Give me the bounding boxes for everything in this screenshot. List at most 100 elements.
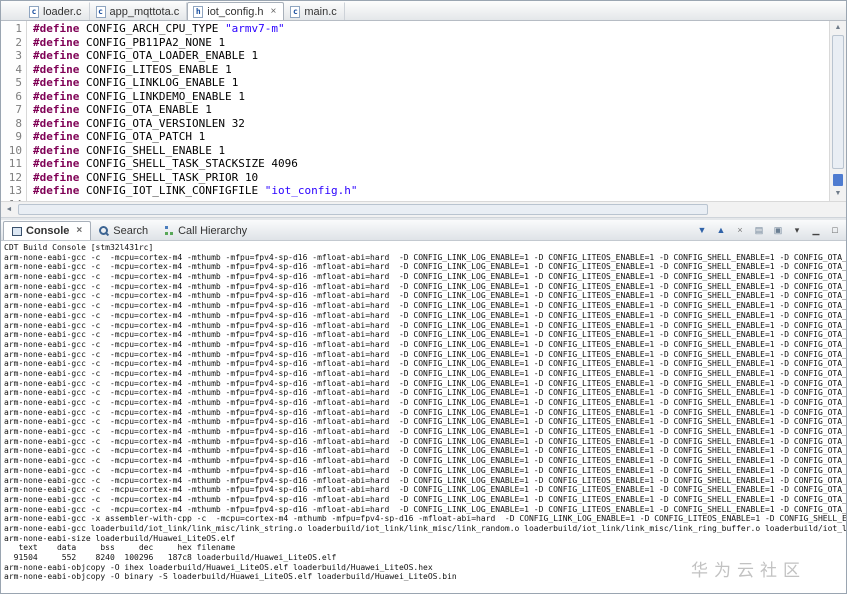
editor-tab-loader.c[interactable]: c loader.c	[23, 2, 90, 20]
editor-horizontal-scrollbar[interactable]: ◄	[1, 201, 846, 217]
console-line: arm-none-eabi-gcc -c -mcpu=cortex-m4 -mt…	[4, 368, 846, 378]
console-line: arm-none-eabi-gcc -c -mcpu=cortex-m4 -mt…	[4, 301, 846, 311]
line-number: 13	[8, 184, 22, 197]
preprocessor-keyword: #define	[33, 143, 80, 157]
preprocessor-keyword: #define	[33, 116, 80, 130]
scrollbar-up-arrow-icon[interactable]: ▲	[830, 21, 846, 35]
console-line: arm-none-eabi-gcc -c -mcpu=cortex-m4 -mt…	[4, 330, 846, 340]
maximize-view-icon[interactable]: □	[827, 223, 843, 238]
console-line: arm-none-eabi-gcc -c -mcpu=cortex-m4 -mt…	[4, 504, 846, 514]
line-number: 9	[15, 130, 22, 143]
editor-tab-label: main.c	[304, 5, 337, 18]
line-number: 2	[15, 35, 22, 49]
macro-value: 1	[251, 49, 259, 62]
console-tab-bar: Console × Search Call Hierarchy ▼ ▲ × ▤ ▣ ▾ ▁ □	[1, 220, 846, 241]
code-line[interactable]: #define CONFIG_PB11PA2_NONE 1	[33, 36, 829, 50]
console-line: arm-none-eabi-gcc -x assembler-with-cpp …	[4, 514, 846, 524]
close-tab-icon[interactable]: ×	[271, 6, 277, 17]
console-tab-label: Search	[113, 224, 149, 237]
preprocessor-keyword: #define	[33, 170, 80, 184]
editor-body: 1234567891011121314 #define CONFIG_ARCH_…	[1, 21, 846, 201]
scrollbar-left-arrow-icon[interactable]: ◄	[1, 202, 17, 217]
console-line: text data bss dec hex filename	[4, 543, 236, 553]
file-icon: c	[290, 5, 301, 18]
console-line: arm-none-eabi-gcc -c -mcpu=cortex-m4 -mt…	[4, 465, 846, 475]
preprocessor-keyword: #define	[33, 157, 80, 170]
preprocessor-keyword: #define	[33, 89, 80, 103]
line-number: 5	[15, 76, 22, 89]
horizontal-scrollbar-thumb[interactable]	[18, 204, 708, 215]
code-line[interactable]: #define CONFIG_OTA_LOADER_ENABLE 1	[33, 49, 829, 63]
clear-console-icon[interactable]: ×	[732, 223, 748, 238]
editor-tab-label: iot_config.h	[207, 5, 264, 18]
console-line: arm-none-eabi-gcc -c -mcpu=cortex-m4 -mt…	[4, 436, 846, 446]
console-line: arm-none-eabi-size loaderbuild/Huawei_Li…	[4, 533, 236, 543]
console-line: arm-none-eabi-gcc -c -mcpu=cortex-m4 -mt…	[4, 475, 846, 485]
preprocessor-keyword: #define	[33, 49, 80, 62]
editor-tab-iot_config.h[interactable]: h iot_config.h ×	[187, 2, 285, 20]
code-line[interactable]: #define CONFIG_SHELL_ENABLE 1	[33, 144, 829, 158]
console-tab-search[interactable]: Search	[91, 221, 156, 240]
console-line: arm-none-eabi-gcc -c -mcpu=cortex-m4 -mt…	[4, 339, 846, 349]
console-output[interactable]: CDT Build Console [stm32l431rc] arm-none-…	[1, 241, 846, 593]
line-number: 6	[15, 89, 22, 103]
console-line: arm-none-eabi-gcc -c -mcpu=cortex-m4 -mt…	[4, 281, 846, 291]
file-icon: h	[193, 5, 204, 18]
console-line: arm-none-eabi-gcc -c -mcpu=cortex-m4 -mt…	[4, 456, 846, 466]
macro-value: 1	[218, 143, 226, 157]
line-number: 3	[15, 49, 22, 62]
line-number: 4	[15, 62, 22, 76]
editor-vertical-scrollbar[interactable]: ▲ ▼	[829, 21, 846, 201]
scrollbar-down-arrow-icon[interactable]: ▼	[830, 187, 846, 201]
console-pane: Console × Search Call Hierarchy ▼ ▲ × ▤ ▣ ▾ ▁ □ CD…	[1, 220, 846, 593]
console-line: arm-none-eabi-gcc -c -mcpu=cortex-m4 -mt…	[4, 320, 846, 330]
console-line: arm-none-eabi-gcc -c -mcpu=cortex-m4 -mt…	[4, 310, 846, 320]
scroll-to-bottom-icon[interactable]: ▼	[694, 223, 710, 238]
close-tab-icon[interactable]: ×	[76, 226, 82, 236]
preprocessor-keyword: #define	[33, 130, 80, 143]
file-icon: c	[29, 5, 39, 18]
code-line[interactable]: #define CONFIG_LINKDEMO_ENABLE 1	[33, 90, 829, 104]
line-number: 11	[8, 157, 22, 170]
code-line[interactable]: #define CONFIG_LINKLOG_ENABLE 1	[33, 76, 829, 90]
console-tab-console[interactable]: Console ×	[3, 221, 92, 240]
vertical-scrollbar-thumb[interactable]	[832, 35, 844, 169]
code-line[interactable]: #define CONFIG_ARCH_CPU_TYPE "armv7-m"	[33, 22, 829, 36]
preprocessor-keyword: #define	[33, 76, 80, 89]
ide-window: c loader.c c app_mqttota.c h iot_config.h × c ma…	[0, 0, 847, 594]
code-line[interactable]: #define CONFIG_OTA_ENABLE 1	[33, 103, 829, 117]
line-number: 12	[8, 170, 22, 184]
code-line[interactable]: #define CONFIG_LITEOS_ENABLE 1	[33, 63, 829, 77]
pin-console-icon[interactable]: ▣	[770, 223, 786, 238]
macro-value: 32	[231, 116, 245, 130]
preprocessor-keyword: #define	[33, 62, 80, 76]
code-line[interactable]: #define CONFIG_SHELL_TASK_STACKSIZE 4096	[33, 157, 829, 171]
minimize-view-icon[interactable]: ▁	[808, 223, 824, 238]
console-line: arm-none-eabi-gcc -c -mcpu=cortex-m4 -mt…	[4, 494, 846, 504]
console-line: arm-none-eabi-gcc -c -mcpu=cortex-m4 -mt…	[4, 407, 846, 417]
console-line: CDT Build Console [stm32l431rc]	[4, 243, 154, 252]
console-line: arm-none-eabi-gcc -c -mcpu=cortex-m4 -mt…	[4, 291, 846, 301]
code-line[interactable]: #define CONFIG_OTA_VERSIONLEN 32	[33, 117, 829, 131]
console-line: arm-none-eabi-gcc loaderbuild/iot_link/l…	[4, 523, 846, 533]
code-line[interactable]: #define CONFIG_IOT_LINK_CONFIGFILE "iot_…	[33, 184, 829, 198]
editor-tab-app_mqttota.c[interactable]: c app_mqttota.c	[90, 2, 188, 20]
scroll-to-top-icon[interactable]: ▲	[713, 223, 729, 238]
editor-tab-label: loader.c	[43, 5, 82, 18]
preprocessor-keyword: #define	[33, 184, 80, 197]
preprocessor-keyword: #define	[33, 22, 80, 35]
line-number-gutter: 1234567891011121314	[1, 21, 27, 201]
line-number: 7	[15, 103, 22, 116]
display-console-menu-icon[interactable]: ▾	[789, 223, 805, 238]
editor-tab-main.c[interactable]: c main.c	[284, 2, 345, 20]
code-line[interactable]: #define CONFIG_SHELL_TASK_PRIOR 10	[33, 171, 829, 185]
macro-value: "iot_config.h"	[264, 184, 358, 197]
scroll-lock-icon[interactable]: ▤	[751, 223, 767, 238]
code-line[interactable]: #define CONFIG_OTA_PATCH 1	[33, 130, 829, 144]
console-line: arm-none-eabi-gcc -c -mcpu=cortex-m4 -mt…	[4, 359, 846, 369]
console-tab-call-hierarchy[interactable]: Call Hierarchy	[156, 221, 255, 240]
code-lines[interactable]: #define CONFIG_ARCH_CPU_TYPE "armv7-m" #d…	[27, 21, 829, 201]
console-icon	[12, 226, 22, 236]
console-line: arm-none-eabi-gcc -c -mcpu=cortex-m4 -mt…	[4, 388, 846, 398]
console-tabs: Console × Search Call Hierarchy	[3, 220, 255, 240]
